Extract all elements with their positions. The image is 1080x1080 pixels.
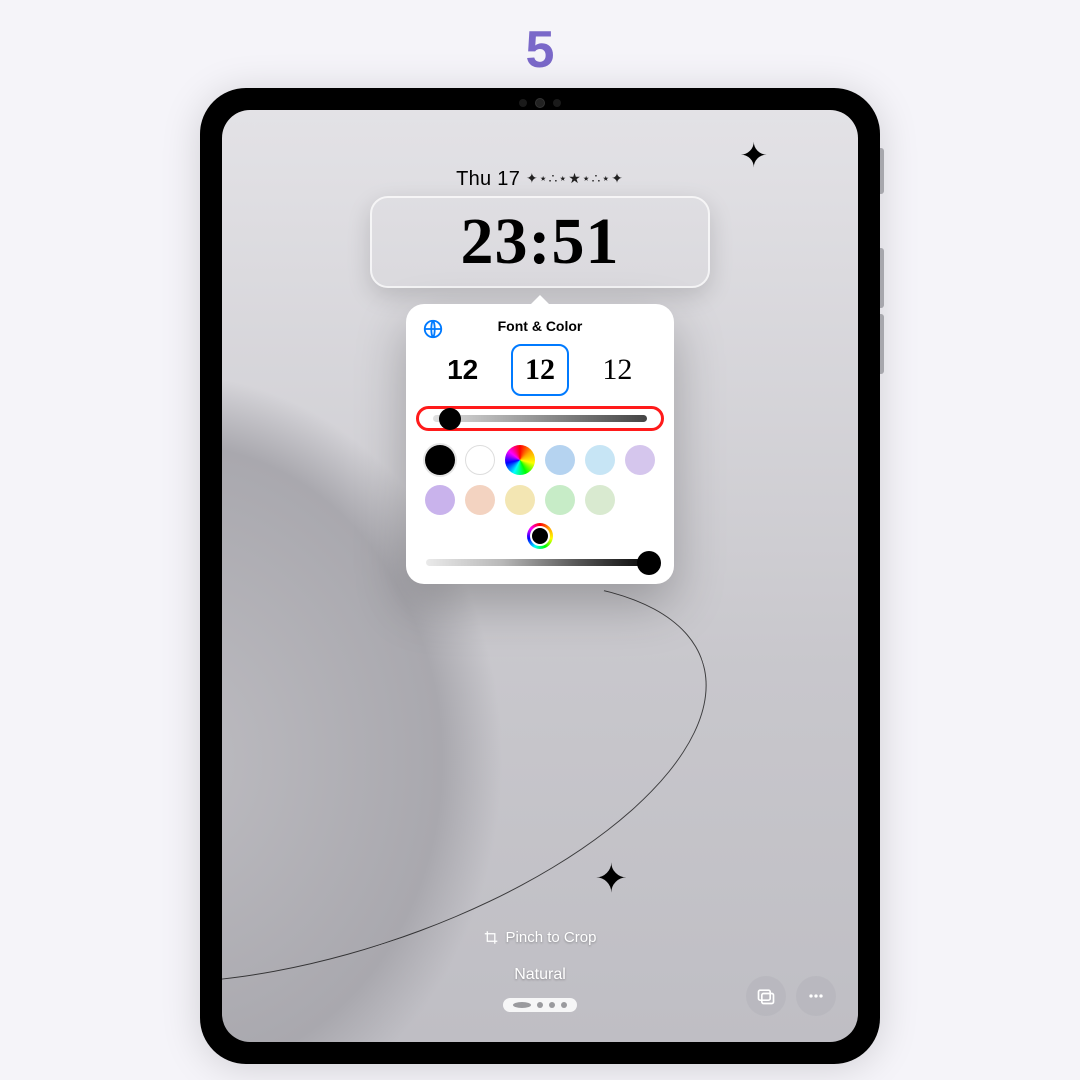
page-dot[interactable] <box>513 1002 531 1008</box>
weight-slider-knob[interactable] <box>439 408 461 430</box>
font-option-0[interactable]: 12 <box>434 344 492 396</box>
ipad-notch <box>495 98 585 108</box>
custom-color-picker[interactable] <box>527 523 553 549</box>
font-option-2[interactable]: 12 <box>588 344 646 396</box>
vibrance-slider[interactable] <box>426 559 654 566</box>
globe-icon[interactable] <box>422 318 444 340</box>
page-dot[interactable] <box>537 1002 543 1008</box>
sparkle-icon: ✦ <box>740 136 769 176</box>
swatch-yellow[interactable] <box>505 485 535 515</box>
page-dot[interactable] <box>549 1002 555 1008</box>
swatch-rainbow[interactable] <box>505 445 535 475</box>
step-number: 5 <box>526 20 555 80</box>
vibrance-slider-knob[interactable] <box>637 551 661 575</box>
pinch-to-crop-hint: Pinch to Crop <box>484 929 597 946</box>
font-color-popover: Font & Color 12 12 12 <box>406 304 674 584</box>
photos-icon <box>756 986 776 1006</box>
swatch-white[interactable] <box>465 445 495 475</box>
font-option-1[interactable]: 12 <box>511 344 569 396</box>
lockscreen-date: Thu 17 ✦⋆∴⋆★⋆∴⋆✦ <box>456 168 624 191</box>
ipad-volume-down <box>880 314 884 374</box>
swatch-sky[interactable] <box>585 445 615 475</box>
ipad-volume-up <box>880 248 884 308</box>
swatch-black[interactable] <box>425 445 455 475</box>
popover-title: Font & Color <box>498 318 583 334</box>
crop-icon <box>484 930 499 945</box>
sparkle-icon: ✦ <box>594 856 628 902</box>
depth-mode-label[interactable]: Natural <box>514 966 566 984</box>
font-style-row: 12 12 12 <box>424 344 656 396</box>
date-decoration: ✦⋆∴⋆★⋆∴⋆✦ <box>526 170 624 186</box>
ipad-top-button <box>880 148 884 194</box>
more-button[interactable] <box>796 976 836 1016</box>
lock-screen: ✦ ✦ Thu 17 ✦⋆∴⋆★⋆∴⋆✦ 23:51 Font & Color … <box>222 110 858 1042</box>
swatch-peach[interactable] <box>465 485 495 515</box>
ipad-frame: ✦ ✦ Thu 17 ✦⋆∴⋆★⋆∴⋆✦ 23:51 Font & Color … <box>200 88 880 1064</box>
swatch-blue[interactable] <box>545 445 575 475</box>
weight-slider[interactable] <box>433 415 647 422</box>
clock-selection-box[interactable]: 23:51 <box>370 196 710 288</box>
hint-text: Pinch to Crop <box>506 929 597 946</box>
clock-time: 23:51 <box>461 204 620 280</box>
weight-slider-highlight <box>416 406 664 431</box>
swatch-lilac[interactable] <box>625 445 655 475</box>
ellipsis-icon <box>806 986 826 1006</box>
color-swatch-grid <box>422 445 658 515</box>
page-indicator[interactable] <box>503 998 577 1012</box>
swatch-mint[interactable] <box>545 485 575 515</box>
swatch-sage[interactable] <box>585 485 615 515</box>
date-text: Thu 17 <box>456 168 520 190</box>
swatch-purple[interactable] <box>425 485 455 515</box>
page-dot[interactable] <box>561 1002 567 1008</box>
photos-button[interactable] <box>746 976 786 1016</box>
